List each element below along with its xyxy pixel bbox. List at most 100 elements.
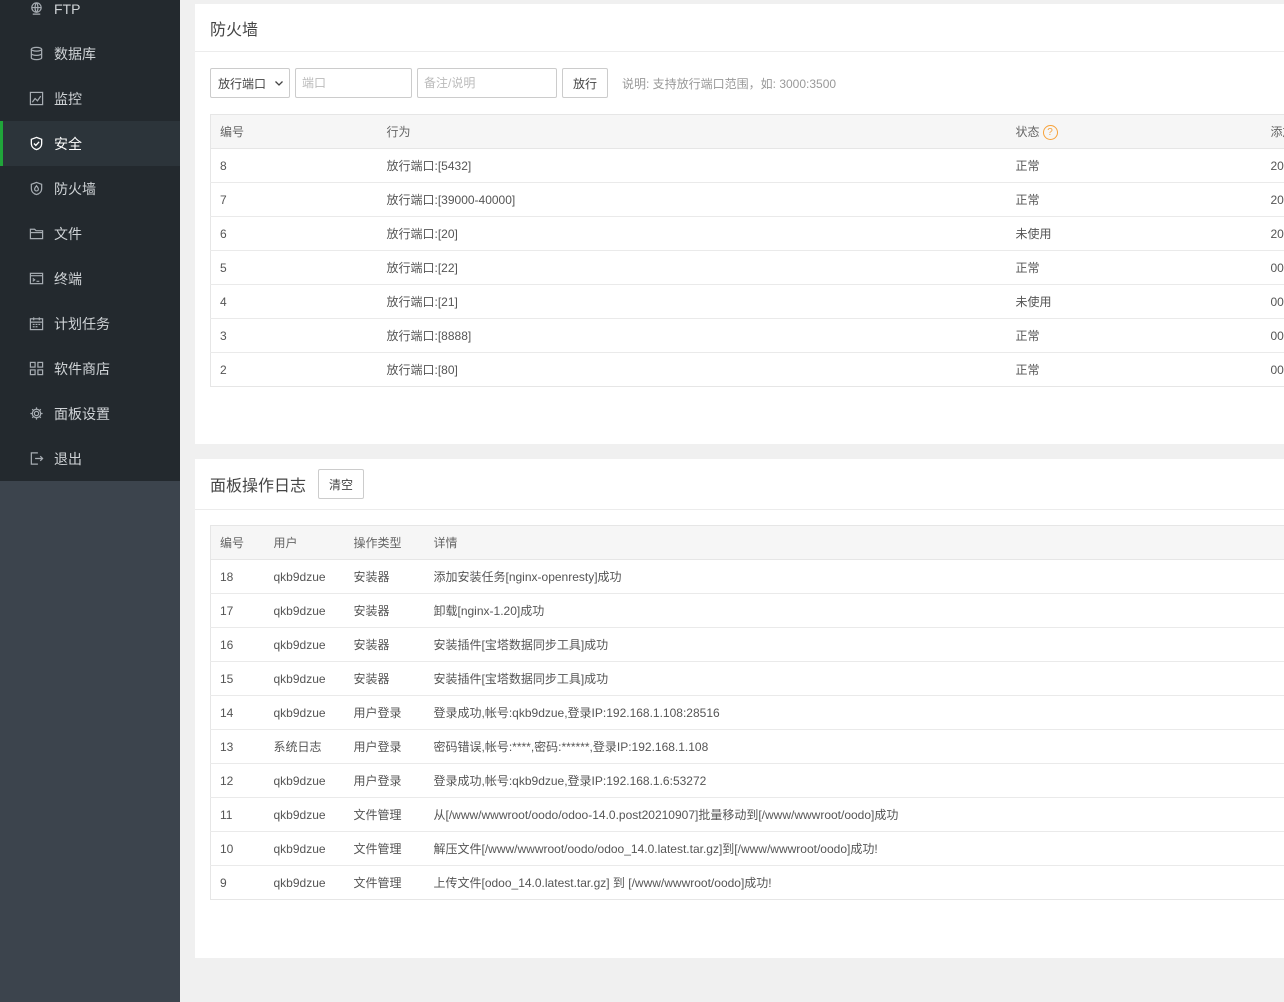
shield-icon (28, 136, 44, 152)
cell-id: 18 (210, 559, 265, 594)
sidebar-item-label: 退出 (54, 450, 82, 467)
log-header: 面板操作日志 清空 (195, 459, 1284, 510)
cell-type: 安装器 (344, 661, 425, 696)
column-header[interactable]: 编号 (210, 114, 378, 149)
table-row: 7 放行端口:[39000-40000] 正常 20 (210, 182, 1284, 217)
table-header: 编号 行为 状态? 添加 (210, 114, 1284, 149)
table-row: 11 qkb9dzue 文件管理 从[/www/wwwroot/oodo/odoo-1… (210, 797, 1284, 832)
table-row: 16 qkb9dzue 安装器 安装插件[宝塔数据同步工具]成功 (210, 627, 1284, 662)
cell-status[interactable]: 未使用 (1006, 284, 1262, 319)
cell-user: 系统日志 (264, 729, 345, 764)
cell-id: 16 (210, 627, 265, 662)
help-icon[interactable]: ? (1042, 125, 1058, 141)
port-input[interactable] (295, 68, 412, 98)
sidebar-item-logout[interactable]: 退出 (0, 436, 180, 481)
note-input[interactable] (417, 68, 557, 98)
column-header[interactable]: 添加 (1261, 114, 1284, 149)
table-row: 8 放行端口:[5432] 正常 20 (210, 148, 1284, 183)
table-row: 14 qkb9dzue 用户登录 登录成功,帐号:qkb9dzue,登录IP:192.… (210, 695, 1284, 730)
sidebar-item-store[interactable]: 软件商店 (0, 346, 180, 391)
table-row: 9 qkb9dzue 文件管理 上传文件[odoo_14.0.latest.tar.g… (211, 866, 1284, 900)
cell-action: 放行端口:[21] (377, 284, 1007, 319)
cell-user: qkb9dzue (264, 695, 345, 730)
cell-added: 00 (1270, 362, 1284, 377)
chevron-down-icon (275, 81, 283, 86)
sidebar-item-monitor[interactable]: 监控 (0, 76, 180, 121)
table-row: 10 qkb9dzue 文件管理 解压文件[/www/wwwroot/oodo/odo… (210, 831, 1284, 866)
cell-detail: 上传文件[odoo_14.0.latest.tar.gz] 到 [/www/ww… (433, 876, 772, 890)
allow-port-button[interactable]: 放行 (562, 68, 608, 98)
column-header[interactable]: 行为 (377, 114, 1007, 149)
cell-type: 用户登录 (344, 763, 425, 798)
sidebar-item-files[interactable]: 文件 (0, 211, 180, 256)
column-header-status[interactable]: 状态? (1006, 114, 1262, 149)
rule-type-select[interactable]: 放行端口 (210, 68, 290, 98)
log-table: 编号 用户 操作类型 详情 18 qkb9dzue 安装器 添加安装任务[nginx-… (210, 525, 1284, 900)
column-header[interactable]: 用户 (264, 525, 345, 560)
table-row: 17 qkb9dzue 安装器 卸载[nginx-1.20]成功 (210, 593, 1284, 628)
sidebar-item-cron[interactable]: 计划任务 (0, 301, 180, 346)
sidebar-item-label: FTP (54, 0, 81, 17)
sidebar-item-label: 防火墙 (54, 180, 96, 197)
cell-type: 用户登录 (344, 729, 425, 764)
sidebar-item-security[interactable]: 安全 (0, 121, 180, 166)
cell-status[interactable]: 未使用 (1006, 216, 1262, 251)
sidebar-item-settings[interactable]: 面板设置 (0, 391, 180, 436)
cell-status[interactable]: 正常 (1007, 353, 1262, 387)
cell-id: 17 (210, 593, 265, 628)
sidebar-item-label: 文件 (54, 225, 82, 242)
cell-added: 00 (1261, 318, 1284, 353)
table-row: 12 qkb9dzue 用户登录 登录成功,帐号:qkb9dzue,登录IP:192.… (210, 763, 1284, 798)
firewall-hint: 说明: 支持放行端口范围，如: 3000:3500 (622, 76, 837, 91)
column-header-label: 状态 (1015, 124, 1040, 139)
cell-detail: 安装插件[宝塔数据同步工具]成功 (424, 627, 1284, 662)
table-row: 5 放行端口:[22] 正常 00 (210, 250, 1284, 285)
cell-type: 文件管理 (344, 831, 425, 866)
sidebar-item-terminal[interactable]: 终端 (0, 256, 180, 301)
cell-type: 文件管理 (344, 797, 425, 832)
cell-action: 放行端口:[8888] (377, 318, 1007, 353)
cell-id: 6 (210, 216, 378, 251)
table-row: 3 放行端口:[8888] 正常 00 (210, 318, 1284, 353)
cell-id: 7 (210, 182, 378, 217)
cell-id: 5 (210, 250, 378, 285)
logout-icon (28, 451, 44, 467)
table-row: 2 放行端口:[80] 正常 00 (211, 353, 1284, 387)
calendar-icon (28, 316, 44, 332)
cell-id: 4 (210, 284, 378, 319)
cell-id: 11 (210, 797, 265, 832)
cell-action: 放行端口:[80] (386, 363, 458, 377)
cell-type: 文件管理 (353, 876, 402, 890)
column-header[interactable]: 编号 (210, 525, 265, 560)
cell-added: 20 (1261, 182, 1284, 217)
cell-action: 放行端口:[20] (377, 216, 1007, 251)
table-row: 18 qkb9dzue 安装器 添加安装任务[nginx-openresty]成功 (210, 559, 1284, 594)
firewall-icon (28, 181, 44, 197)
gear-icon (28, 406, 44, 422)
cell-user: qkb9dzue (264, 559, 345, 594)
cell-detail: 登录成功,帐号:qkb9dzue,登录IP:192.168.1.108:2851… (424, 695, 1284, 730)
column-header[interactable]: 操作类型 (344, 525, 425, 560)
cell-added: 00 (1261, 284, 1284, 319)
column-header[interactable]: 详情 (424, 525, 1284, 560)
sidebar-menu: FTP 数据库 监控 安全 防火墙 文件 终端 计划任务 软件商店 面板设置 退… (0, 0, 180, 481)
cell-action: 放行端口:[22] (377, 250, 1007, 285)
sidebar-item-firewall[interactable]: 防火墙 (0, 166, 180, 211)
sidebar-item-label: 软件商店 (54, 360, 110, 377)
cell-status[interactable]: 正常 (1006, 250, 1262, 285)
cell-id: 3 (210, 318, 378, 353)
terminal-icon (28, 271, 44, 287)
monitor-icon (28, 91, 44, 107)
table-row: 6 放行端口:[20] 未使用 20 (210, 216, 1284, 251)
clear-log-button[interactable]: 清空 (318, 469, 365, 499)
cell-status[interactable]: 正常 (1006, 182, 1262, 217)
rule-type-value: 放行端口 (218, 76, 267, 91)
sidebar-item-database[interactable]: 数据库 (0, 31, 180, 76)
cell-type: 安装器 (344, 559, 425, 594)
cell-user: qkb9dzue (264, 661, 345, 696)
cell-status[interactable]: 正常 (1006, 318, 1262, 353)
cell-user: qkb9dzue (264, 627, 345, 662)
sidebar-item-ftp[interactable]: FTP (0, 0, 180, 31)
cell-status[interactable]: 正常 (1006, 148, 1262, 183)
firewall-title: 防火墙 (195, 4, 1284, 52)
